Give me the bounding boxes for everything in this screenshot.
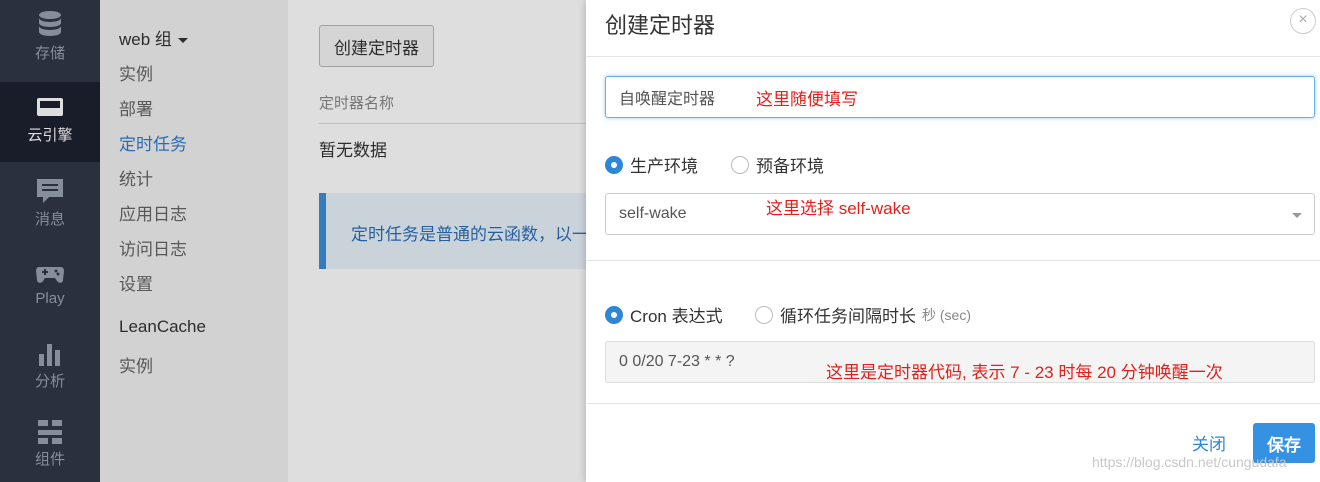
radio-checked-icon: [605, 305, 623, 324]
env-staging-label: 预备环境: [756, 157, 824, 176]
modal-title: 创建定时器: [605, 13, 716, 38]
type-interval-label: 循环任务间隔时长: [780, 307, 916, 326]
close-icon[interactable]: ×: [1290, 8, 1316, 34]
type-cron-radio[interactable]: Cron 表达式: [605, 302, 723, 327]
modal-backdrop[interactable]: [0, 0, 586, 482]
name-annotation: 这里随便填写: [756, 90, 858, 109]
create-timer-modal: 创建定时器 × 这里随便填写 生产环境 预备环境 self-wake 这里选择 …: [586, 0, 1320, 482]
modal-section-divider: [586, 260, 1320, 261]
close-button[interactable]: 关闭: [1192, 430, 1226, 455]
function-select-value: self-wake: [619, 205, 687, 222]
env-staging-radio[interactable]: 预备环境: [731, 152, 824, 177]
type-cron-label: Cron 表达式: [630, 307, 723, 326]
modal-header-divider: [586, 56, 1320, 57]
watermark: https://blog.csdn.net/cungudafa: [1092, 454, 1287, 470]
radio-unchecked-icon: [755, 305, 773, 324]
radio-unchecked-icon: [731, 155, 749, 174]
interval-unit-hint: 秒 (sec): [922, 306, 971, 323]
chevron-down-icon: [1292, 213, 1302, 218]
type-interval-radio[interactable]: 循环任务间隔时长秒 (sec): [755, 302, 971, 327]
function-annotation: 这里选择 self-wake: [766, 199, 911, 218]
cron-annotation: 这里是定时器代码, 表示 7 - 23 时每 20 分钟唤醒一次: [826, 363, 1223, 382]
radio-checked-icon: [605, 155, 623, 174]
modal-footer-divider: [586, 403, 1320, 404]
function-select[interactable]: self-wake: [605, 193, 1315, 235]
env-production-radio[interactable]: 生产环境: [605, 152, 698, 177]
env-production-label: 生产环境: [630, 157, 698, 176]
timer-name-input[interactable]: [605, 76, 1315, 118]
